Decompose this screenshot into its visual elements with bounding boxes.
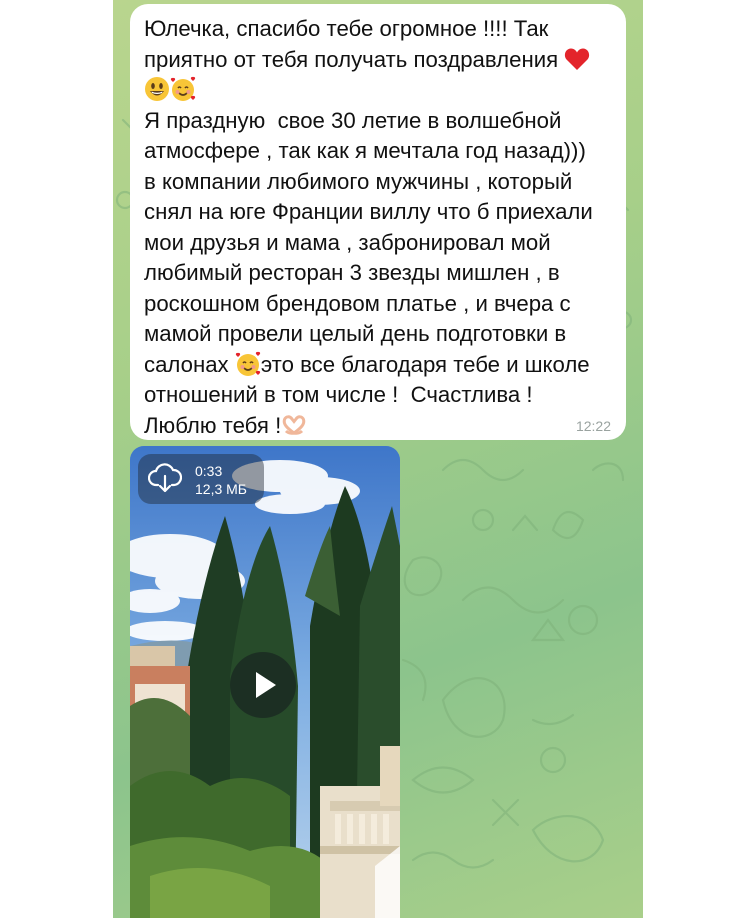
message-time: 12:22 [575, 418, 611, 434]
smiling-face-with-hearts-icon [170, 76, 196, 102]
message-line: в компании любимого мужчины , который [144, 168, 573, 194]
message-line: это все благодаря тебе и школе [260, 351, 590, 377]
play-icon [256, 672, 276, 698]
message-line: мамой провели целый день подготовки в [144, 321, 567, 346]
message-line: Я праздную свое 30 летие в волшебной [144, 107, 562, 133]
play-button[interactable] [230, 652, 296, 718]
message-line: отношений в том числе ! Счастлива ! [144, 382, 533, 407]
video-file-size: 12,3 МБ [195, 481, 247, 497]
message-line: салонах [144, 351, 229, 377]
message-line: Юлечка, спасибо тебе огромное !!!! Так [144, 16, 549, 41]
smiling-face-with-hearts-icon [235, 351, 261, 377]
cloud-download-icon[interactable] [148, 463, 182, 495]
message-line: снял на юге Франции виллу что б приехали [144, 199, 593, 224]
message-line: роскошном брендовом платье , и вчера с [144, 290, 571, 316]
message-line: Люблю тебя ! [144, 412, 282, 438]
video-duration: 0:33 [195, 463, 223, 479]
message-line: мои друзья и мама , забронировал мой [144, 229, 551, 255]
download-badge[interactable]: 0:33 12,3 МБ [138, 454, 264, 504]
red-heart-icon [564, 47, 590, 71]
video-message[interactable]: 0:33 12,3 МБ [130, 446, 400, 918]
message-text: Юлечка, спасибо тебе огромное !!!! Так п… [144, 14, 608, 441]
message-line: любимый ресторан 3 звезды мишлен , в [144, 260, 560, 285]
grinning-face-icon [144, 76, 170, 102]
message-bubble[interactable]: Юлечка, спасибо тебе огромное !!!! Так п… [130, 4, 626, 440]
heart-hands-icon [281, 412, 307, 438]
message-line: атмосфере , так как я мечтала год назад)… [144, 138, 586, 163]
message-line: приятно от тебя получать поздравления [144, 46, 559, 72]
